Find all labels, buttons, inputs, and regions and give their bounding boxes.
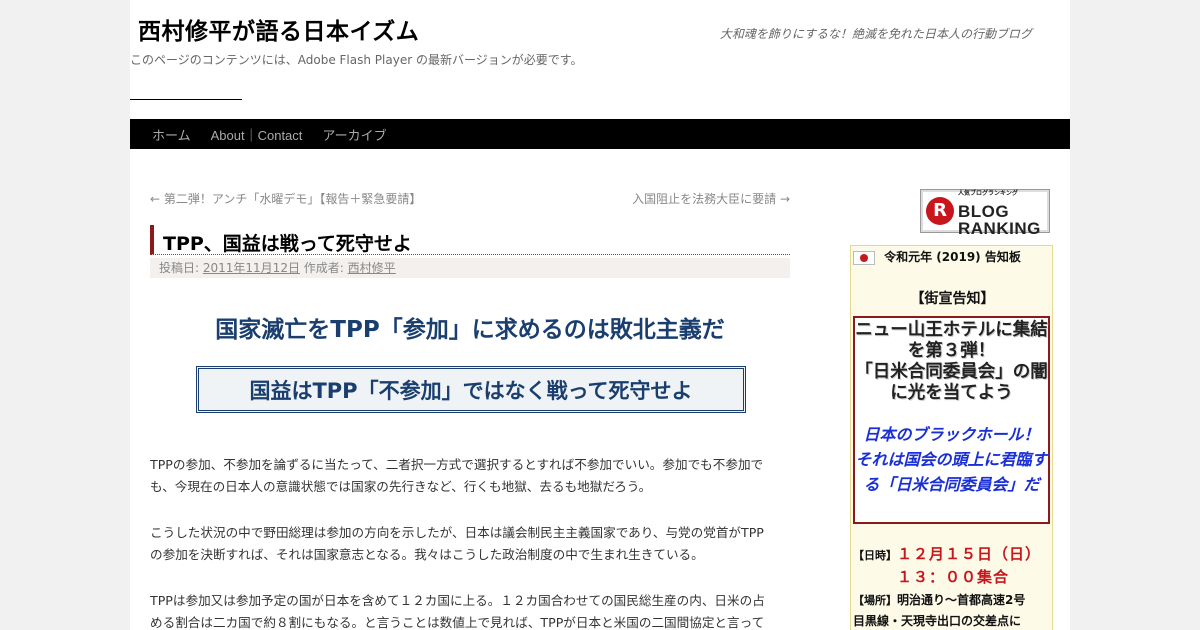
post-author-link[interactable]: 西村修平 xyxy=(348,261,396,275)
rally-emphasis: 日本のブラックホール！ それは国会の頭上に君臨する「日米合同委員会」だ xyxy=(855,425,1048,494)
post-headline-2-box: 国益はTPP「不参加」ではなく戦って死守せよ xyxy=(196,366,746,413)
post-title-bar: TPP、国益は戦って死守せよ xyxy=(150,225,790,255)
rally-headline: ニュー山王ホテルに集結を第３弾！ 「日米合同委員会」の闇に光を当てよう xyxy=(855,320,1048,403)
main-nav: ホーム About｜Contact アーカイブ xyxy=(130,119,1070,149)
post-paragraph: TPPの参加、不参加を論ずるに当たって、二者択一方式で選択するとすれば不参加でい… xyxy=(150,454,792,498)
post-date-link[interactable]: 2011年11月12日 xyxy=(203,261,300,275)
date-label: 【日時】 xyxy=(853,549,897,562)
post-meta: 投稿日: 2011年11月12日 作成者: 西村修平 xyxy=(150,258,790,278)
post-paragraph: こうした状況の中で野田総理は参加の方向を示したが、日本は議会制民主主義国家であり… xyxy=(150,522,792,566)
place-label: 【場所】 xyxy=(853,594,897,607)
paragraph-line: こうした状況の中で野田総理は参加の方向を示したが、日本は議会制民主主義国家であり… xyxy=(150,525,764,540)
site-title[interactable]: 西村修平が語る日本イズム xyxy=(138,12,419,46)
header-divider xyxy=(130,99,242,100)
post-paragraph: TPPは参加又は参加予定の国が日本を含めて１２カ国に上る。１２カ国合わせての国民… xyxy=(150,590,792,630)
notice-board-widget: 令和元年 (2019) 告知板 【街宣告知】 ニュー山王ホテルに集結を第３弾！ … xyxy=(850,245,1053,630)
rally-place-1: 明治通り～首都高速2号 xyxy=(897,593,1026,607)
paragraph-line: める割合は二カ国で約８割にもなる。と言うことは数値上で見れば、TPPが日本と米国… xyxy=(150,615,765,630)
nav-item-about-contact[interactable]: About｜Contact xyxy=(201,125,313,144)
ranking-small-label: 人気ブログランキング xyxy=(958,190,1018,197)
post-headline-1: 国家滅亡をTPP「参加」に求めるのは敗北主義だ xyxy=(215,317,725,343)
ranking-main-label: BLOG RANKING xyxy=(958,201,1041,238)
page-wrapper: 西村修平が語る日本イズム 大和魂を飾りにするな！絶滅を免れた日本人の行動ブログ … xyxy=(130,0,1070,630)
posted-on-label: 投稿日: xyxy=(159,261,200,275)
nav-item-home[interactable]: ホーム xyxy=(130,125,201,144)
next-post-link[interactable]: 入国阻止を法務大臣に要請 → xyxy=(632,190,790,207)
rally-time: １３：００集合 xyxy=(897,568,1010,586)
rally-notice-box: ニュー山王ホテルに集結を第３弾！ 「日米合同委員会」の闇に光を当てよう 日本のブ… xyxy=(853,316,1050,524)
nav-item-archive[interactable]: アーカイブ xyxy=(312,125,396,144)
ranking-button-text: 人気ブログランキング BLOG RANKING xyxy=(958,186,1041,237)
paragraph-line: の参加を決断すれば、それは国家意志となる。我々はこうした政治制度の中で生まれ生き… xyxy=(150,547,704,562)
post-title[interactable]: TPP、国益は戦って死守せよ xyxy=(163,229,412,256)
site-description: 大和魂を飾りにするな！絶滅を免れた日本人の行動ブログ xyxy=(719,27,1032,41)
notice-board-title: 令和元年 (2019) 告知板 xyxy=(884,250,1021,264)
author-label: 作成者: xyxy=(303,261,344,275)
paragraph-line: TPPの参加、不参加を論ずるに当たって、二者択一方式で選択するとすれば不参加でい… xyxy=(150,457,764,472)
rally-date-row: 【日時】１２月１５日（日） xyxy=(853,543,1041,564)
rally-date: １２月１５日（日） xyxy=(897,545,1042,563)
flash-notice: このページのコンテンツには、Adobe Flash Player の最新バージョ… xyxy=(130,53,583,67)
paragraph-line: も、今現在の日本人の意識状態では国家の先行きなど、行くも地獄、去るも地獄だろう。 xyxy=(150,479,652,494)
notice-board-subtitle: 【街宣告知】 xyxy=(910,291,995,307)
ranking-logo-icon: R xyxy=(926,197,954,225)
rally-place-row: 【場所】明治通り～首都高速2号 xyxy=(853,591,1025,608)
rally-place-2: 目黒線・天現寺出口の交差点に xyxy=(853,614,1022,628)
blog-ranking-button[interactable]: R 人気ブログランキング BLOG RANKING xyxy=(920,189,1050,237)
previous-post-link[interactable]: ← 第二弾！アンチ「水曜デモ」【報告＋緊急要請】 xyxy=(150,190,421,207)
paragraph-line: TPPは参加又は参加予定の国が日本を含めて１２カ国に上る。１２カ国合わせての国民… xyxy=(150,593,765,608)
post-headline-2: 国益はTPP「不参加」ではなく戦って死守せよ xyxy=(249,378,693,403)
rally-time-row: １３：００集合 xyxy=(897,566,1009,587)
rally-place-row-2: 目黒線・天現寺出口の交差点に xyxy=(853,612,1021,629)
